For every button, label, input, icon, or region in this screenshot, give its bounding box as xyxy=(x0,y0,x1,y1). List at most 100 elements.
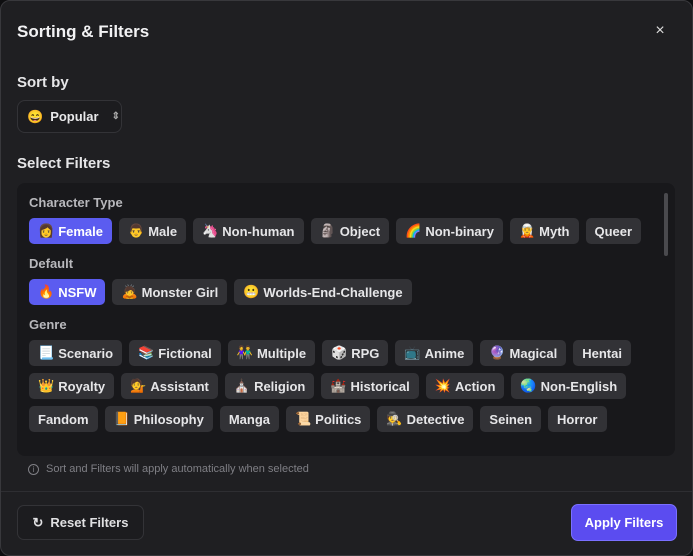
filter-chip-seinen[interactable]: Seinen xyxy=(480,406,542,432)
chip-label: Fictional xyxy=(158,345,212,361)
emoji-icon: 🦄 xyxy=(202,223,219,238)
chip-label: Magical xyxy=(509,345,558,361)
emoji-icon: 😬 xyxy=(243,284,260,299)
chip-label: Worlds-End-Challenge xyxy=(263,284,403,300)
select-filters-label: Select Filters xyxy=(17,155,111,172)
chip-label: Philosophy xyxy=(133,411,204,427)
filter-chip-philosophy[interactable]: 📙 Philosophy xyxy=(104,406,213,432)
chevron-up-down-icon: ⇕ xyxy=(111,111,120,122)
info-note: i Sort and Filters will apply automatica… xyxy=(28,463,309,475)
chip-label: Detective xyxy=(406,411,465,427)
sort-value: Popular xyxy=(50,109,99,124)
filter-chip-horror[interactable]: Horror xyxy=(548,406,607,432)
emoji-icon: 💥 xyxy=(434,378,451,393)
emoji-icon: 🗿 xyxy=(319,223,336,238)
chip-label: Male xyxy=(148,223,178,239)
info-icon: i xyxy=(28,463,39,475)
chip-label: Myth xyxy=(539,223,570,239)
filter-chip-manga[interactable]: Manga xyxy=(219,406,279,432)
chip-label: Object xyxy=(339,223,381,239)
filter-chip-multiple[interactable]: 👫 Multiple xyxy=(227,340,316,366)
chip-label: Seinen xyxy=(489,411,533,427)
emoji-icon: 👩 xyxy=(38,223,55,238)
filter-chip-nsfw[interactable]: 🔥 NSFW xyxy=(29,279,106,305)
filter-chip-hentai[interactable]: Hentai xyxy=(573,340,631,366)
emoji-icon: 🌈 xyxy=(405,223,422,238)
chip-label: Action xyxy=(454,378,496,394)
chip-label: Fandom xyxy=(38,411,89,427)
filter-chip-politics[interactable]: 📜 Politics xyxy=(285,406,371,432)
chip-label: Horror xyxy=(557,411,598,427)
chip-label: Multiple xyxy=(256,345,307,361)
chip-list: 👩 Female 👨 Male 🦄 Non-human 🗿 Object 🌈 Non-binary… xyxy=(29,218,663,244)
chip-label: Politics xyxy=(315,411,362,427)
filter-chip-royalty[interactable]: 👑 Royalty xyxy=(29,373,115,399)
chip-label: Non-binary xyxy=(425,223,494,239)
emoji-icon: 📜 xyxy=(294,411,312,426)
filter-chip-myth[interactable]: 🧝 Myth xyxy=(509,218,579,244)
filter-chip-religion[interactable]: ⛪ Religion xyxy=(224,373,315,399)
sort-select[interactable]: 😄 Popular ⇕ xyxy=(17,100,122,133)
filter-chip-monster-girl[interactable]: 🙇 Monster Girl xyxy=(112,279,228,305)
emoji-icon: 👑 xyxy=(38,378,55,393)
emoji-icon: ⛪ xyxy=(233,378,251,393)
filter-chip-action[interactable]: 💥 Action xyxy=(425,373,505,399)
emoji-icon: 🕵 xyxy=(386,411,403,426)
filter-chip-historical[interactable]: 🏰 Historical xyxy=(321,373,419,399)
chip-label: Queer xyxy=(594,223,633,239)
chip-label: Hentai xyxy=(582,345,622,361)
emoji-icon: 🔥 xyxy=(38,284,55,299)
apply-filters-button[interactable]: Apply Filters xyxy=(571,504,677,541)
filter-chip-object[interactable]: 🗿 Object xyxy=(310,218,390,244)
close-icon[interactable]: × xyxy=(651,22,669,40)
info-text: Sort and Filters will apply automaticall… xyxy=(46,463,309,475)
chip-label: Non-human xyxy=(222,223,295,239)
scrollbar[interactable] xyxy=(664,193,668,256)
filter-chip-queer[interactable]: Queer xyxy=(585,218,642,244)
group-title: Default xyxy=(29,256,74,271)
sort-by-label: Sort by xyxy=(17,74,69,91)
emoji-icon: 🌏 xyxy=(520,378,537,393)
emoji-icon: 📚 xyxy=(138,345,155,360)
chip-label: Female xyxy=(58,223,103,239)
chip-label: Non-English xyxy=(540,378,618,394)
chip-list: 🔥 NSFW 🙇 Monster Girl 😬 Worlds-End-Challenge xyxy=(29,279,663,305)
chip-label: Anime xyxy=(424,345,465,361)
filter-chip-non-binary[interactable]: 🌈 Non-binary xyxy=(396,218,503,244)
reset-label: Reset Filters xyxy=(50,515,129,530)
emoji-icon: 🏰 xyxy=(330,378,347,393)
filter-chip-rpg[interactable]: 🎲 RPG xyxy=(322,340,389,366)
filter-chip-non-human[interactable]: 🦄 Non-human xyxy=(193,218,304,244)
emoji-icon: 👨 xyxy=(128,223,145,238)
chip-label: Assistant xyxy=(150,378,209,394)
group-title: Character Type xyxy=(29,195,123,210)
reset-filters-button[interactable]: ↻ Reset Filters xyxy=(17,505,144,540)
chip-label: Scenario xyxy=(58,345,114,361)
emoji-icon: 📃 xyxy=(38,345,55,360)
chip-label: Monster Girl xyxy=(141,284,219,300)
emoji-icon: 🎲 xyxy=(331,345,348,360)
emoji-icon: 🧝 xyxy=(518,223,536,238)
modal-title: Sorting & Filters xyxy=(17,22,150,41)
filter-chip-magical[interactable]: 🔮 Magical xyxy=(480,340,567,366)
chip-label: RPG xyxy=(351,345,380,361)
emoji-icon: 🙇 xyxy=(121,284,138,299)
reset-icon: ↻ xyxy=(32,514,44,530)
filter-chip-anime[interactable]: 📺 Anime xyxy=(395,340,474,366)
emoji-icon: 🔮 xyxy=(489,345,506,360)
filter-chip-scenario[interactable]: 📃 Scenario xyxy=(29,340,123,366)
filter-chip-fictional[interactable]: 📚 Fictional xyxy=(129,340,221,366)
filter-chip-assistant[interactable]: 💁 Assistant xyxy=(121,373,218,399)
filter-chip-non-english[interactable]: 🌏 Non-English xyxy=(511,373,627,399)
filter-chip-worlds-end-challenge[interactable]: 😬 Worlds-End-Challenge xyxy=(234,279,412,305)
filter-chip-detective[interactable]: 🕵 Detective xyxy=(377,406,474,432)
group-title: Genre xyxy=(29,317,67,332)
emoji-icon: 💁 xyxy=(130,378,147,393)
chip-label: NSFW xyxy=(58,284,97,300)
filter-chip-male[interactable]: 👨 Male xyxy=(119,218,187,244)
emoji-icon: 📙 xyxy=(113,411,130,426)
filter-chip-female[interactable]: 👩 Female xyxy=(29,218,112,244)
emoji-icon: 📺 xyxy=(404,345,421,360)
emoji-icon: 👫 xyxy=(236,345,253,360)
filter-chip-fandom[interactable]: Fandom xyxy=(29,406,98,432)
